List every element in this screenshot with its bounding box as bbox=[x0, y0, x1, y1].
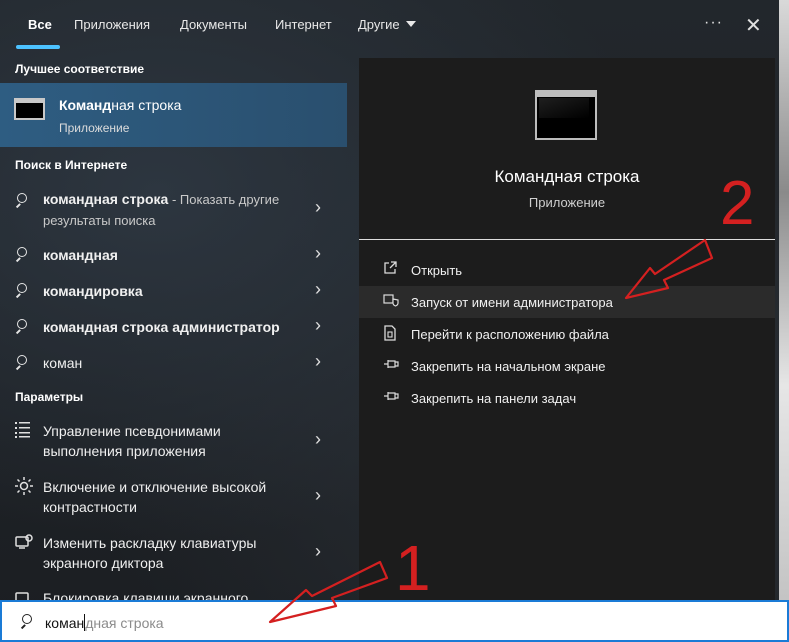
action-run-as-admin[interactable]: Запуск от имени администратора bbox=[359, 286, 775, 318]
web-result-text: коман bbox=[43, 353, 82, 373]
web-result-text: командная bbox=[43, 245, 118, 265]
section-best-match: Лучшее соответствие bbox=[15, 62, 145, 76]
command-prompt-icon bbox=[14, 98, 45, 120]
search-typed-text: коман bbox=[45, 615, 85, 631]
pin-icon bbox=[383, 389, 399, 405]
divider bbox=[359, 239, 775, 240]
narrator-icon bbox=[15, 533, 33, 556]
web-result-bold: командная bbox=[43, 247, 118, 263]
pin-icon bbox=[383, 357, 399, 373]
settings-result-text: Включение и отключение высокой контрастно… bbox=[43, 477, 266, 517]
action-pin-taskbar[interactable]: Закрепить на панели задач bbox=[359, 382, 775, 414]
action-pin-start[interactable]: Закрепить на начальном экране bbox=[359, 350, 775, 382]
preview-panel: Командная строка Приложение Открыть Запу… bbox=[359, 58, 775, 600]
window-edge bbox=[779, 0, 789, 642]
filter-tabs: Все Приложения Документы Интернет Другие… bbox=[0, 0, 779, 50]
web-result-text: командная строка - Показать другие резуль… bbox=[43, 189, 279, 231]
search-icon bbox=[15, 192, 27, 210]
best-match-item[interactable]: Командная строка Приложение bbox=[0, 83, 347, 147]
list-icon bbox=[15, 421, 31, 444]
tab-other-label: Другие bbox=[358, 17, 400, 32]
file-location-icon bbox=[383, 325, 397, 344]
section-web-search: Поиск в Интернете bbox=[15, 158, 128, 172]
search-bar[interactable]: командная строка bbox=[0, 600, 789, 642]
web-result-text: командная строка администратор bbox=[43, 317, 280, 337]
web-result-item[interactable]: командная строка администратор › bbox=[0, 315, 347, 340]
best-match-title-rest: ная строка bbox=[111, 97, 182, 113]
section-settings: Параметры bbox=[15, 390, 84, 404]
settings-result-text: Изменить раскладку клавиатуры экранного д… bbox=[43, 533, 256, 573]
chevron-right-icon[interactable]: › bbox=[315, 197, 321, 218]
action-open-file-location[interactable]: Перейти к расположению файла bbox=[359, 318, 775, 350]
tab-documents[interactable]: Документы bbox=[180, 17, 247, 32]
tab-internet[interactable]: Интернет bbox=[275, 17, 332, 32]
search-icon bbox=[20, 614, 32, 626]
web-result-plain: коман bbox=[43, 355, 83, 371]
web-result-item[interactable]: командировка › bbox=[0, 279, 347, 304]
best-match-subtitle: Приложение bbox=[59, 121, 130, 135]
tab-all[interactable]: Все bbox=[28, 17, 52, 32]
settings-result-item[interactable]: Управление псевдонимами выполнения прилож… bbox=[0, 421, 347, 465]
chevron-right-icon[interactable]: › bbox=[315, 429, 321, 450]
chevron-right-icon[interactable]: › bbox=[315, 541, 321, 562]
web-result-item[interactable]: коман › bbox=[0, 351, 347, 376]
web-result-text: командировка bbox=[43, 281, 143, 301]
settings-line1: Включение и отключение высокой bbox=[43, 479, 267, 495]
web-result-item[interactable]: командная строка - Показать другие резуль… bbox=[0, 188, 347, 232]
command-prompt-icon bbox=[535, 90, 597, 140]
web-result-bold: командная строка bbox=[43, 191, 169, 207]
settings-line2: контрастности bbox=[43, 499, 137, 515]
close-icon[interactable]: ✕ bbox=[745, 13, 762, 38]
web-result-bold: командировка bbox=[43, 283, 143, 299]
active-tab-indicator bbox=[16, 45, 60, 49]
best-match-title: Командная строка bbox=[59, 97, 181, 113]
settings-result-item[interactable]: Включение и отключение высокой контрастно… bbox=[0, 477, 347, 521]
chevron-down-icon bbox=[405, 21, 416, 27]
settings-line2: экранного диктора bbox=[43, 555, 164, 571]
chevron-right-icon[interactable]: › bbox=[315, 351, 321, 372]
chevron-right-icon[interactable]: › bbox=[315, 315, 321, 336]
chevron-right-icon[interactable]: › bbox=[315, 279, 321, 300]
brightness-icon bbox=[15, 477, 33, 500]
settings-result-item[interactable]: Изменить раскладку клавиатуры экранного д… bbox=[0, 533, 347, 577]
open-icon bbox=[383, 261, 397, 278]
search-icon bbox=[15, 246, 27, 264]
web-result-item[interactable]: командная › bbox=[0, 243, 347, 268]
best-match-title-bold: Команд bbox=[59, 97, 112, 113]
action-label: Перейти к расположению файла bbox=[411, 327, 609, 342]
settings-line1: Изменить раскладку клавиатуры bbox=[43, 535, 257, 551]
preview-subtitle: Приложение bbox=[528, 195, 606, 210]
action-label: Закрепить на начальном экране bbox=[411, 359, 606, 374]
search-icon bbox=[15, 318, 27, 336]
more-options-icon[interactable]: ··· bbox=[704, 14, 723, 32]
action-label: Закрепить на панели задач bbox=[411, 391, 577, 406]
action-label: Открыть bbox=[411, 263, 463, 278]
chevron-right-icon[interactable]: › bbox=[315, 485, 321, 506]
settings-line2: выполнения приложения bbox=[43, 443, 206, 459]
action-label: Запуск от имени администратора bbox=[411, 295, 613, 310]
preview-title: Командная строка bbox=[494, 167, 640, 186]
shield-icon bbox=[383, 293, 399, 310]
search-input[interactable]: командная строка bbox=[45, 614, 164, 631]
web-result-line2: результаты поиска bbox=[43, 213, 156, 228]
search-icon bbox=[15, 354, 27, 372]
settings-line1: Управление псевдонимами bbox=[43, 423, 221, 439]
chevron-right-icon[interactable]: › bbox=[315, 243, 321, 264]
search-icon bbox=[15, 282, 27, 300]
tab-apps[interactable]: Приложения bbox=[74, 17, 150, 32]
web-result-bold: командная строка администратор bbox=[43, 319, 280, 335]
tab-other[interactable]: Другие bbox=[358, 17, 416, 32]
action-open[interactable]: Открыть bbox=[359, 254, 775, 286]
search-autocomplete-hint: дная строка bbox=[85, 615, 164, 631]
web-result-rest: - Показать другие bbox=[168, 192, 280, 207]
settings-result-text: Управление псевдонимами выполнения прилож… bbox=[43, 421, 221, 461]
